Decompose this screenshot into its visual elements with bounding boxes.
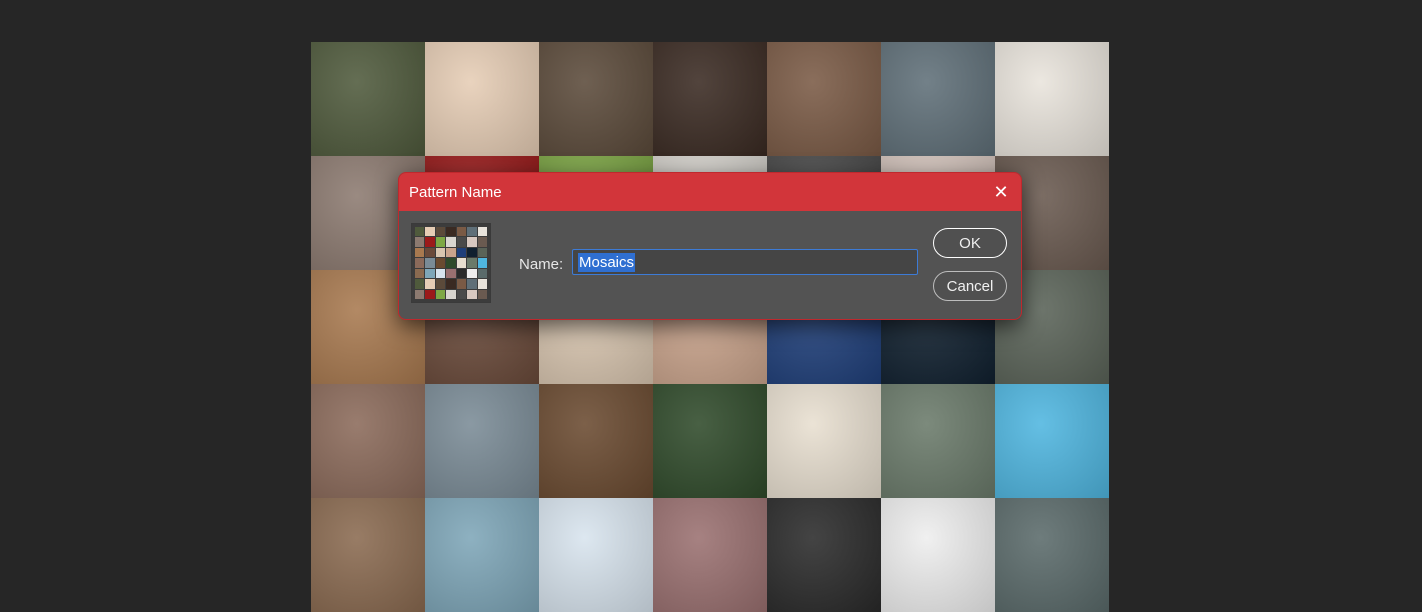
thumbnail-tile	[446, 247, 456, 258]
pattern-name-input[interactable]: Mosaics	[572, 249, 918, 275]
thumbnail-tile	[415, 268, 425, 279]
thumbnail-tile	[456, 247, 467, 258]
name-label: Name:	[519, 256, 564, 273]
thumbnail-tile	[435, 289, 446, 299]
thumbnail-tile	[446, 268, 456, 279]
mosaic-photo-tile	[881, 42, 995, 156]
mosaic-photo-tile	[539, 42, 653, 156]
mosaic-photo-tile	[995, 384, 1109, 498]
thumbnail-tile	[425, 237, 435, 247]
cancel-button[interactable]: Cancel	[933, 271, 1007, 301]
mosaic-photo-tile	[653, 498, 767, 612]
thumbnail-tile	[415, 227, 425, 237]
thumbnail-tile	[415, 247, 425, 258]
thumbnail-tile	[467, 258, 477, 268]
close-icon[interactable]: ✕	[991, 182, 1011, 202]
mosaic-photo-tile	[881, 498, 995, 612]
thumbnail-tile	[425, 268, 435, 279]
dialog-body: Name: Mosaics OK Cancel	[399, 211, 1021, 319]
thumbnail-tile	[425, 289, 435, 299]
thumbnail-tile	[415, 258, 425, 268]
thumbnail-tile	[446, 227, 456, 237]
mosaic-photo-tile	[767, 42, 881, 156]
mosaic-photo-tile	[881, 384, 995, 498]
thumbnail-tile	[477, 237, 487, 247]
mosaic-photo-tile	[425, 42, 539, 156]
thumbnail-tile	[425, 227, 435, 237]
thumbnail-tile	[446, 289, 456, 299]
thumbnail-tile	[456, 279, 467, 289]
thumbnail-tile	[456, 237, 467, 247]
thumbnail-tile	[415, 237, 425, 247]
thumbnail-tile	[456, 268, 467, 279]
mosaic-photo-tile	[767, 384, 881, 498]
pattern-thumbnail	[411, 223, 491, 303]
thumbnail-tile	[425, 247, 435, 258]
thumbnail-tile	[446, 258, 456, 268]
thumbnail-tile	[425, 279, 435, 289]
thumbnail-tile	[435, 227, 446, 237]
thumbnail-tile	[425, 258, 435, 268]
thumbnail-tile	[435, 237, 446, 247]
thumbnail-tile	[435, 279, 446, 289]
thumbnail-tile	[456, 258, 467, 268]
thumbnail-tile	[467, 247, 477, 258]
thumbnail-tile	[435, 268, 446, 279]
mosaic-photo-tile	[995, 42, 1109, 156]
thumbnail-tile	[467, 227, 477, 237]
thumbnail-tile	[435, 247, 446, 258]
thumbnail-tile	[477, 279, 487, 289]
dialog-title: Pattern Name	[409, 183, 502, 201]
thumbnail-tile	[477, 258, 487, 268]
mosaic-photo-tile	[311, 42, 425, 156]
thumbnail-tile	[456, 289, 467, 299]
mosaic-photo-tile	[539, 384, 653, 498]
mosaic-photo-tile	[311, 498, 425, 612]
mosaic-photo-tile	[311, 384, 425, 498]
pattern-name-dialog: Pattern Name ✕ Name: Mosaics OK Cancel	[398, 172, 1022, 320]
thumbnail-tile	[467, 289, 477, 299]
thumbnail-tile	[477, 268, 487, 279]
mosaic-photo-tile	[425, 384, 539, 498]
mosaic-photo-tile	[539, 498, 653, 612]
thumbnail-tile	[446, 237, 456, 247]
thumbnail-tile	[477, 227, 487, 237]
mosaic-photo-tile	[767, 498, 881, 612]
ok-button[interactable]: OK	[933, 228, 1007, 258]
thumbnail-tile	[415, 289, 425, 299]
mosaic-photo-tile	[653, 42, 767, 156]
mosaic-photo-tile	[425, 498, 539, 612]
thumbnail-tile	[435, 258, 446, 268]
thumbnail-tile	[467, 237, 477, 247]
thumbnail-tile	[456, 227, 467, 237]
thumbnail-tile	[477, 247, 487, 258]
thumbnail-tile	[446, 279, 456, 289]
dialog-titlebar: Pattern Name ✕	[399, 173, 1021, 211]
mosaic-photo-tile	[995, 498, 1109, 612]
mosaic-photo-tile	[653, 384, 767, 498]
thumbnail-tile	[467, 268, 477, 279]
thumbnail-tile	[467, 279, 477, 289]
thumbnail-tile	[477, 289, 487, 299]
thumbnail-tile	[415, 279, 425, 289]
pattern-name-value: Mosaics	[578, 252, 636, 272]
